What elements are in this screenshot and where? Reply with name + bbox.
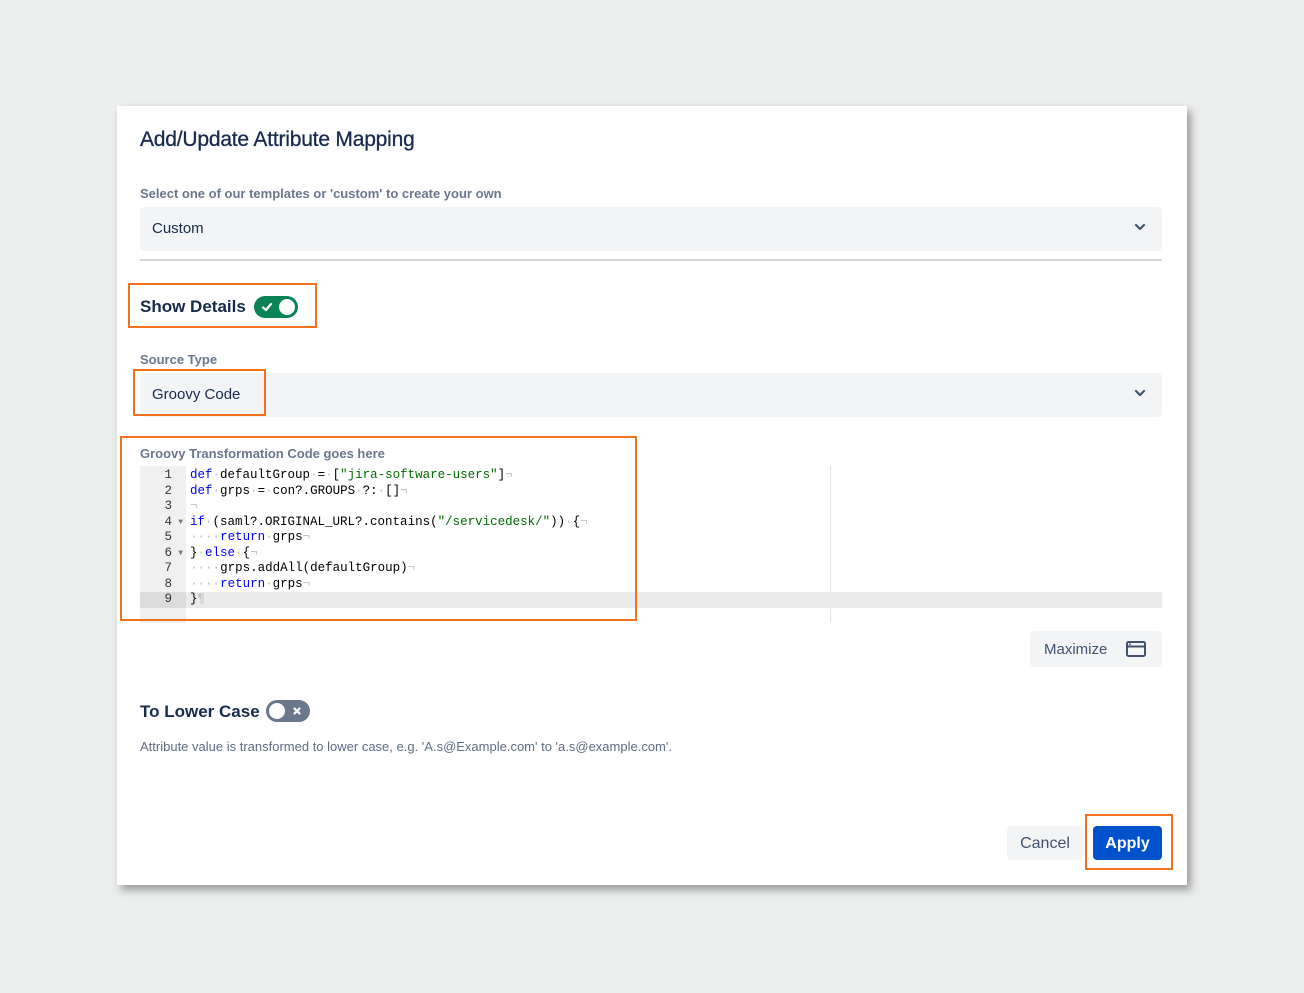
maximize-label: Maximize [1044,641,1108,658]
divider [140,259,1162,261]
toggle-knob [279,299,295,315]
dialog-title: Add/Update Attribute Mapping [140,128,415,151]
highlight-code-editor [120,436,637,621]
source-type-select[interactable]: Groovy Code [140,373,1162,417]
attribute-mapping-dialog: Add/Update Attribute Mapping Select one … [117,106,1187,885]
check-icon [261,302,273,312]
lower-case-toggle[interactable] [266,700,310,722]
lower-case-help-text: Attribute value is transformed to lower … [140,739,672,754]
show-details-label: Show Details [140,297,246,316]
close-icon [293,707,301,715]
window-icon [1126,641,1146,657]
source-type-label: Source Type [140,352,218,367]
highlight-apply [1085,814,1173,870]
maximize-button[interactable]: Maximize [1030,631,1162,667]
chevron-down-icon [1134,389,1146,397]
template-select-label: Select one of our templates or 'custom' … [140,186,502,201]
chevron-down-icon [1134,223,1146,231]
lower-case-label: To Lower Case [140,702,260,721]
cancel-button[interactable]: Cancel [1007,826,1083,860]
template-select[interactable]: Custom [140,207,1162,251]
highlight-source-type [133,369,266,416]
toggle-knob [269,703,285,719]
template-select-value: Custom [152,220,204,237]
show-details-toggle[interactable] [254,296,298,318]
